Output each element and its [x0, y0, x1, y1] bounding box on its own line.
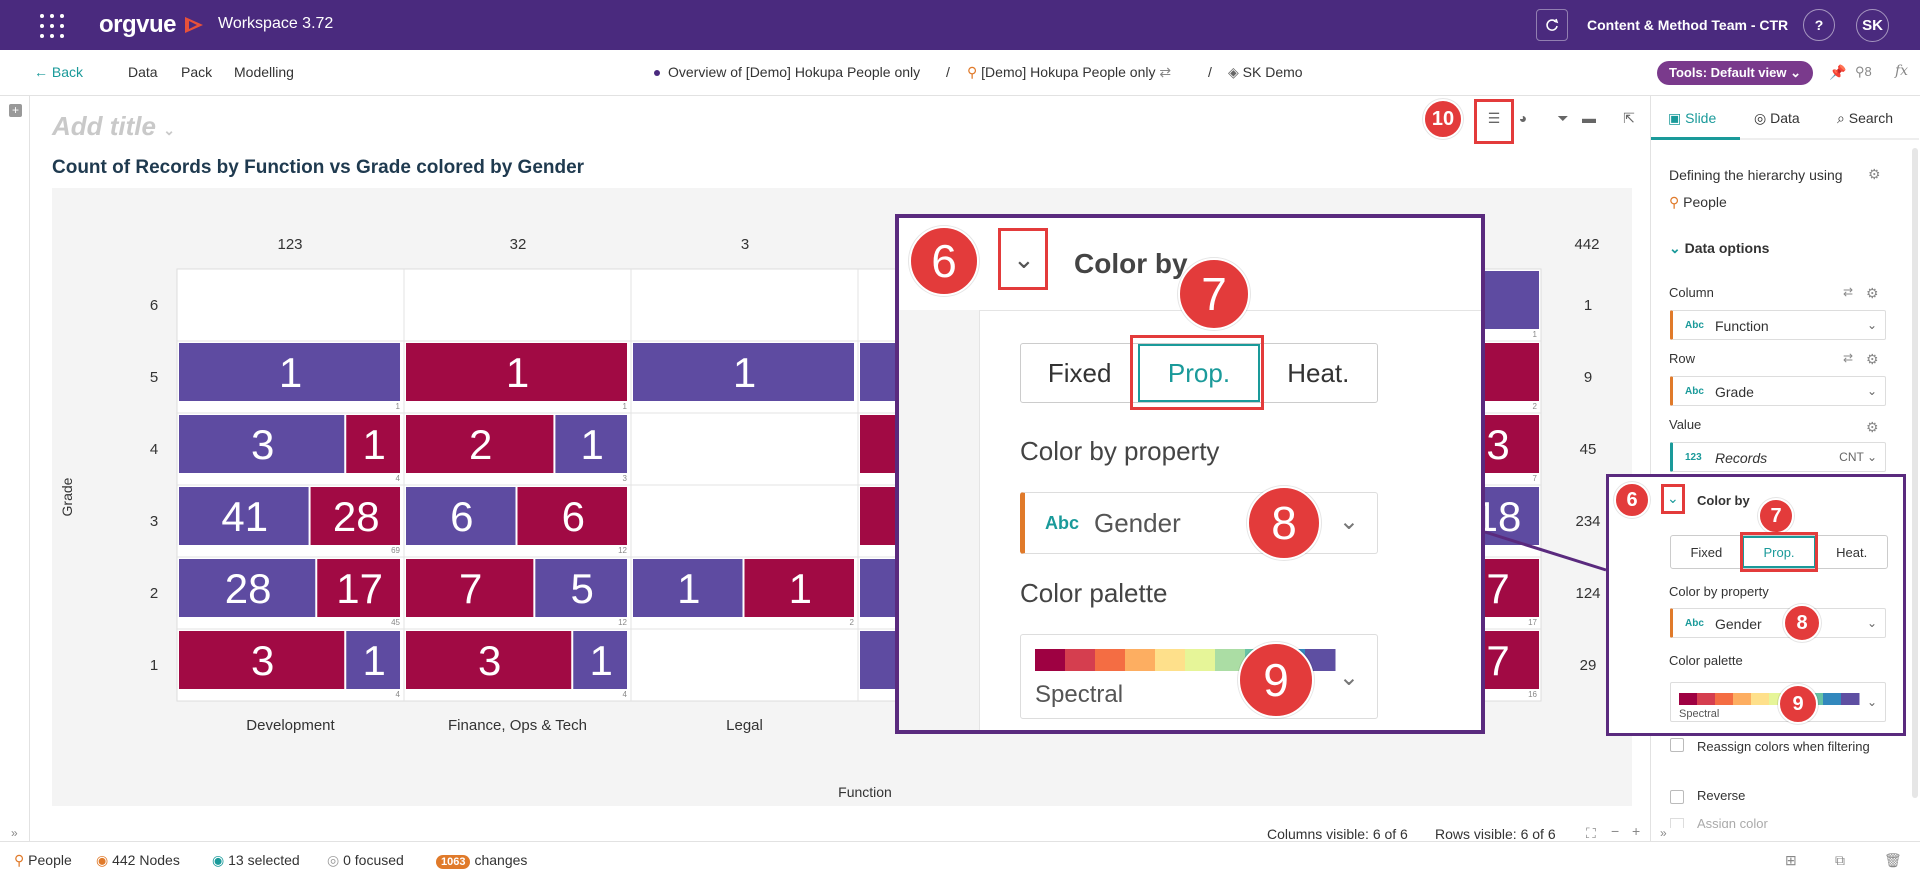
add-icon[interactable]: ⊞ [1785, 852, 1797, 869]
node-icon: ◉ [96, 852, 113, 868]
person-icon: ⚲ [14, 852, 29, 868]
status-selected[interactable]: ◉ 13 selected [212, 852, 300, 869]
copy-icon[interactable]: ⧉ [1835, 852, 1845, 869]
focus-icon: ◎ [327, 852, 344, 868]
status-nodes[interactable]: ◉ 442 Nodes [96, 852, 180, 869]
status-bar: ⚲ People ◉ 442 Nodes ◉ 13 selected ◎ 0 f… [0, 841, 1920, 878]
select-icon: ◉ [212, 852, 229, 868]
connector-line [1484, 530, 1607, 572]
status-people[interactable]: ⚲ People [14, 852, 72, 869]
status-changes[interactable]: 1063 changes [436, 852, 527, 869]
status-focused[interactable]: ◎ 0 focused [327, 852, 404, 869]
trash-icon[interactable]: 🗑 [1884, 852, 1902, 869]
